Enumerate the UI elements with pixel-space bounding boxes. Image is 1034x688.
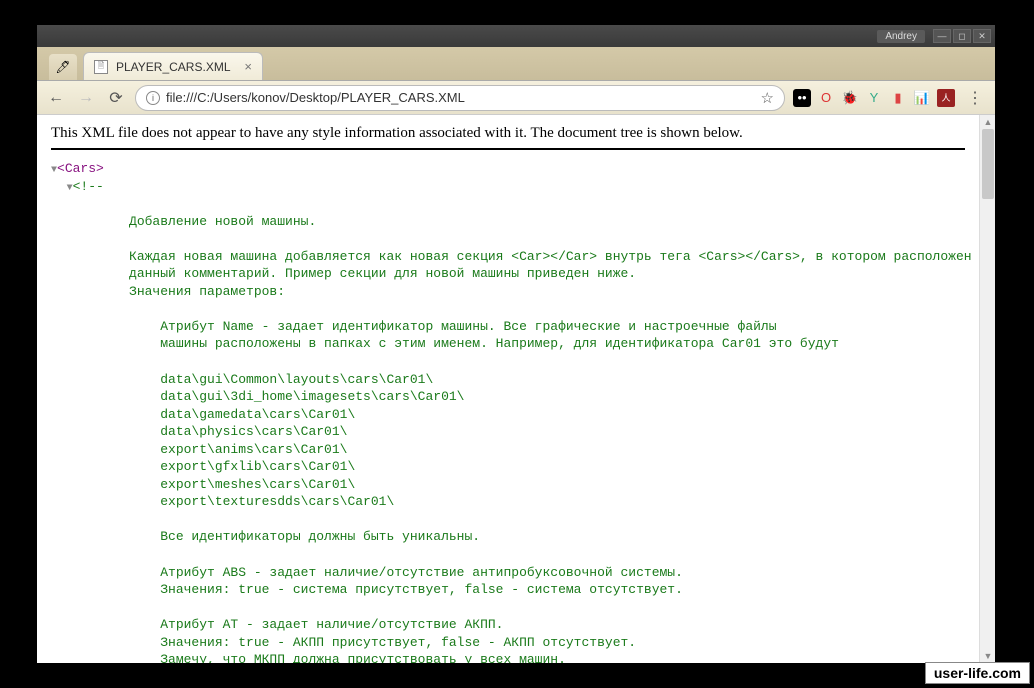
close-window-button[interactable]: ✕ xyxy=(973,29,991,43)
extension-stats-icon[interactable]: 📊 xyxy=(913,89,931,107)
tab-strip: 🖊 🗎 PLAYER_CARS.XML × xyxy=(37,47,995,81)
scroll-up-icon[interactable]: ▲ xyxy=(980,115,996,129)
forward-button[interactable]: → xyxy=(75,87,97,109)
extension-icon-1[interactable]: •• xyxy=(793,89,811,107)
user-label: Andrey xyxy=(877,30,925,43)
watermark: user-life.com xyxy=(925,662,1030,684)
info-icon[interactable]: i xyxy=(146,91,160,105)
extensions: •• O 🐞 Y ▮ 📊 人 xyxy=(793,89,955,107)
url-text: file:///C:/Users/konov/Desktop/PLAYER_CA… xyxy=(166,90,755,105)
close-tab-icon[interactable]: × xyxy=(244,59,252,74)
extension-icon-4[interactable]: Y xyxy=(865,89,883,107)
back-button[interactable]: ← xyxy=(45,87,67,109)
xml-notice: This XML file does not appear to have an… xyxy=(51,125,965,150)
extension-bookmark-icon[interactable]: ▮ xyxy=(889,89,907,107)
extension-pdf-icon[interactable]: 人 xyxy=(937,89,955,107)
extension-icon-3[interactable]: 🐞 xyxy=(841,89,859,107)
scroll-thumb[interactable] xyxy=(982,129,994,199)
file-icon: 🗎 xyxy=(94,60,108,74)
app-icon[interactable]: 🖊 xyxy=(49,54,77,80)
minimize-button[interactable]: — xyxy=(933,29,951,43)
browser-tab[interactable]: 🗎 PLAYER_CARS.XML × xyxy=(83,52,263,80)
xml-root-tag: <Cars> xyxy=(57,161,104,176)
window-titlebar: Andrey — ◻ ✕ xyxy=(37,25,995,47)
scroll-down-icon[interactable]: ▼ xyxy=(980,649,996,663)
vertical-scrollbar[interactable]: ▲ ▼ xyxy=(979,115,995,663)
address-bar[interactable]: i file:///C:/Users/konov/Desktop/PLAYER_… xyxy=(135,85,785,111)
menu-icon[interactable]: ⋮ xyxy=(963,88,987,108)
toolbar: ← → ⟳ i file:///C:/Users/konov/Desktop/P… xyxy=(37,81,995,115)
extension-opera-icon[interactable]: O xyxy=(817,89,835,107)
tab-title: PLAYER_CARS.XML xyxy=(116,60,236,74)
maximize-button[interactable]: ◻ xyxy=(953,29,971,43)
xml-tree: ▼<Cars> ▼<!-- Добавление новой машины. К… xyxy=(51,160,965,663)
reload-button[interactable]: ⟳ xyxy=(105,87,127,109)
xml-comment-open: <!-- xyxy=(73,179,104,194)
browser-window: Andrey — ◻ ✕ 🖊 🗎 PLAYER_CARS.XML × ← → ⟳… xyxy=(36,24,996,664)
content-area: This XML file does not appear to have an… xyxy=(37,115,995,663)
bookmark-star-icon[interactable]: ☆ xyxy=(761,89,774,107)
page-viewport[interactable]: This XML file does not appear to have an… xyxy=(37,115,979,663)
xml-comment-body: Добавление новой машины. Каждая новая ма… xyxy=(51,214,972,663)
